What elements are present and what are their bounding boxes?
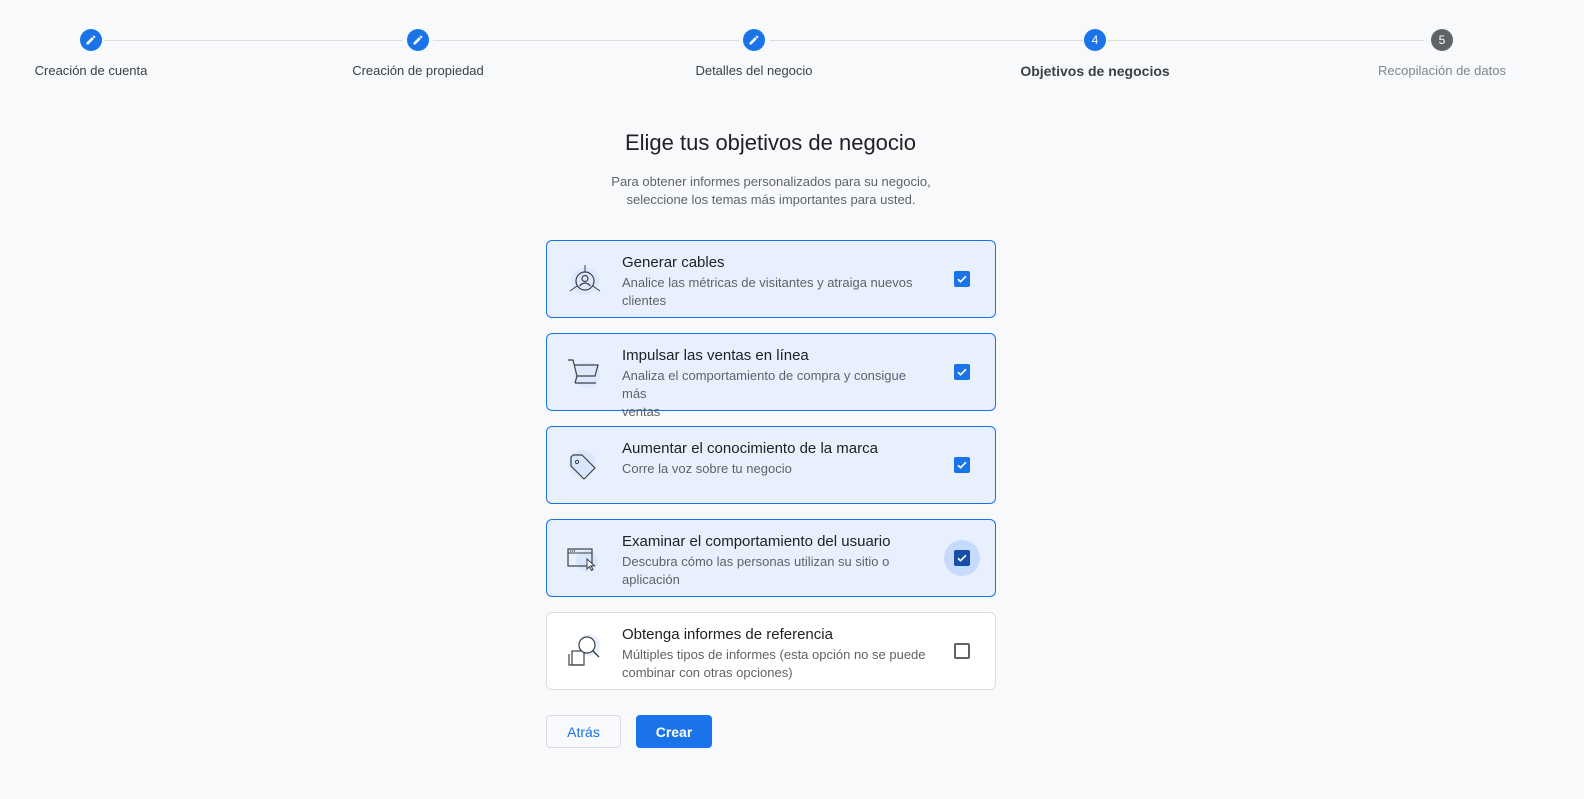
- goal-description-line: clientes: [622, 293, 667, 308]
- page-subtitle: Para obtener informes personalizados par…: [571, 173, 971, 209]
- checkmark-icon: [954, 457, 970, 473]
- goal-description: Descubra cómo las personas utilizan su s…: [622, 553, 932, 589]
- step-label: Creación de cuenta: [34, 63, 148, 78]
- goal-card-benchmark-reports[interactable]: Obtenga informes de referencia Múltiples…: [546, 612, 996, 690]
- magnifier-document-icon: [565, 633, 605, 673]
- checkmark-icon: [954, 271, 970, 287]
- step-business-details[interactable]: Detalles del negocio: [634, 29, 874, 78]
- step-number: 5: [1431, 29, 1453, 51]
- goal-title: Generar cables: [622, 254, 725, 271]
- step-data-collection: 5 Recopilación de datos: [1322, 29, 1562, 78]
- step-label: Creación de propiedad: [352, 63, 484, 78]
- edit-pencil-icon: [743, 29, 765, 51]
- checkbox-empty-icon: [954, 643, 970, 659]
- browser-cursor-icon: [565, 540, 605, 580]
- goal-checkbox[interactable]: [944, 261, 980, 297]
- user-network-icon: [565, 261, 605, 301]
- goal-checkbox[interactable]: [944, 633, 980, 669]
- edit-pencil-icon: [407, 29, 429, 51]
- step-label: Detalles del negocio: [695, 63, 813, 78]
- step-business-objectives: 4 Objetivos de negocios: [975, 29, 1215, 79]
- tag-icon: [565, 447, 605, 487]
- goal-text: Generar cables Analice las métricas de v…: [622, 253, 932, 310]
- stepper: Creación de cuenta Creación de propiedad…: [0, 0, 1584, 100]
- edit-pencil-icon: [80, 29, 102, 51]
- subtitle-line: Para obtener informes personalizados par…: [611, 174, 931, 189]
- goal-description-line: aplicación: [622, 572, 680, 587]
- back-button[interactable]: Atrás: [546, 715, 621, 748]
- goal-text: Aumentar el conocimiento de la marca Cor…: [622, 439, 932, 478]
- goal-title: Examinar el comportamiento del usuario: [622, 533, 891, 550]
- goal-description-line: Corre la voz sobre tu negocio: [622, 461, 792, 476]
- goal-description: Analice las métricas de visitantes y atr…: [622, 274, 932, 310]
- step-property-creation[interactable]: Creación de propiedad: [298, 29, 538, 78]
- goal-description-line: Analice las métricas de visitantes y atr…: [622, 275, 913, 290]
- goal-text: Examinar el comportamiento del usuario D…: [622, 532, 932, 589]
- goal-description-line: Múltiples tipos de informes (esta opción…: [622, 647, 926, 662]
- goal-text: Obtenga informes de referencia Múltiples…: [622, 625, 932, 682]
- step-label: Objetivos de negocios: [1020, 63, 1170, 79]
- goal-card-online-sales[interactable]: Impulsar las ventas en línea Analiza el …: [546, 333, 996, 419]
- goal-description-line: combinar con otras opciones): [622, 665, 793, 680]
- subtitle-line: seleccione los temas más importantes par…: [626, 192, 916, 207]
- goal-title: Obtenga informes de referencia: [622, 626, 833, 643]
- page-title: Elige tus objetivos de negocio: [624, 130, 917, 155]
- checkmark-icon: [954, 364, 970, 380]
- goal-card-generate-leads[interactable]: Generar cables Analice las métricas de v…: [546, 240, 996, 318]
- goal-checkbox[interactable]: [944, 354, 980, 390]
- step-number: 4: [1084, 29, 1106, 51]
- goal-description-line: Descubra cómo las personas utilizan su s…: [622, 554, 890, 569]
- goal-card-user-behavior[interactable]: Examinar el comportamiento del usuario D…: [546, 519, 996, 597]
- goal-description-line: Analiza el comportamiento de compra y co…: [622, 368, 906, 401]
- goal-card-brand-awareness[interactable]: Aumentar el conocimiento de la marca Cor…: [546, 426, 996, 504]
- goal-checkbox[interactable]: [944, 540, 980, 576]
- step-account-creation[interactable]: Creación de cuenta: [0, 29, 211, 78]
- goal-text: Impulsar las ventas en línea Analiza el …: [622, 346, 932, 421]
- shopping-cart-icon: [565, 354, 605, 394]
- goal-description: Múltiples tipos de informes (esta opción…: [622, 646, 932, 682]
- create-button[interactable]: Crear: [636, 715, 712, 748]
- step-label: Recopilación de datos: [1378, 63, 1506, 78]
- goal-description: Corre la voz sobre tu negocio: [622, 460, 932, 478]
- checkmark-icon: [954, 550, 970, 566]
- goals-list: Generar cables Analice las métricas de v…: [546, 240, 996, 705]
- goal-description-line: ventas: [622, 404, 661, 419]
- goal-title: Aumentar el conocimiento de la marca: [622, 440, 878, 457]
- goal-description: Analiza el comportamiento de compra y co…: [622, 367, 932, 421]
- goal-title: Impulsar las ventas en línea: [622, 347, 809, 364]
- goal-checkbox[interactable]: [944, 447, 980, 483]
